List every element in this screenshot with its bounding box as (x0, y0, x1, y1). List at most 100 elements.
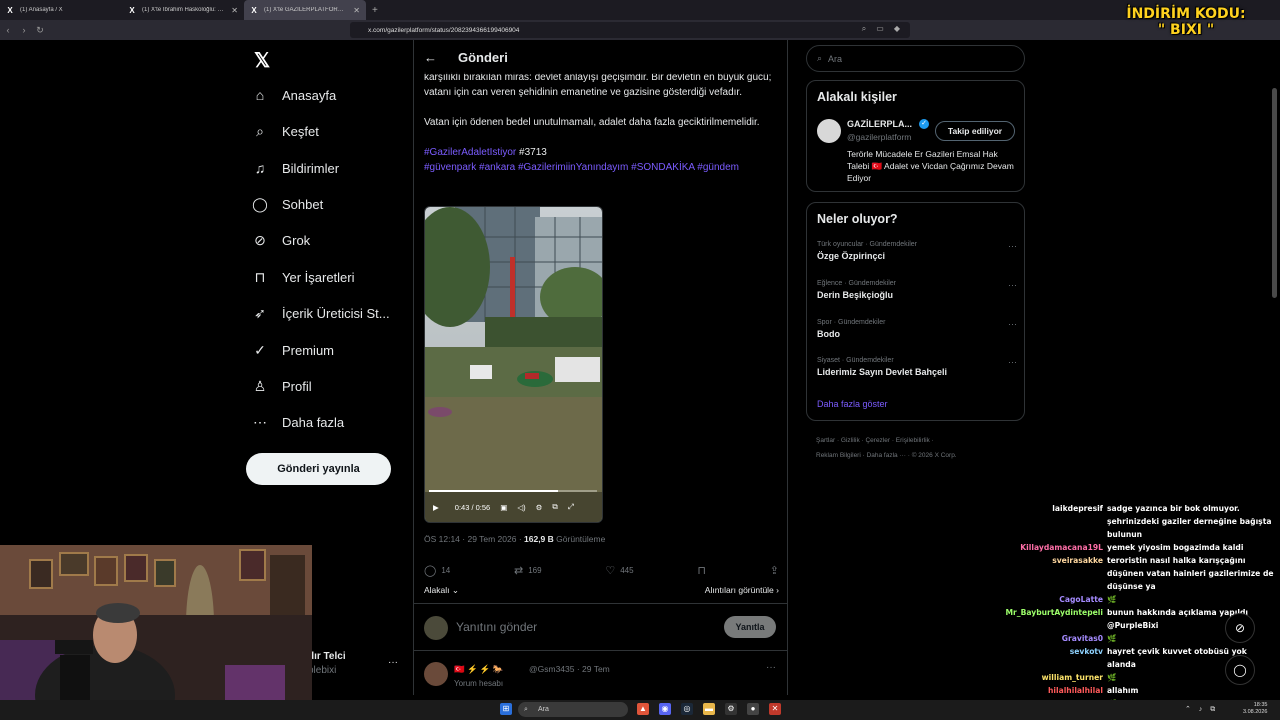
start-icon[interactable]: ⊞ (500, 703, 512, 715)
close-tab-icon[interactable]: ✕ (231, 6, 238, 15)
fullscreen-icon[interactable]: ⤢ (568, 502, 574, 512)
following-button[interactable]: Takip ediliyor (935, 121, 1015, 141)
chat-username[interactable]: laikdepresif (1005, 502, 1107, 541)
tweet-paragraph: Vatan için ödenen bedel unutulmamalı, ad… (424, 117, 760, 128)
messages-float-icon[interactable]: ◯ (1225, 655, 1255, 685)
repost-action[interactable]: ⇄ 169 (514, 564, 542, 577)
brave-icon[interactable]: ▲ (637, 703, 649, 715)
heart-icon: ♡ (605, 565, 616, 577)
bookmark-action[interactable]: ⊓ (697, 564, 706, 577)
captions-icon[interactable]: ▣ (500, 503, 507, 512)
post-button[interactable]: Gönderi yayınla (246, 453, 391, 485)
chat-username[interactable]: sevkotv (1005, 645, 1107, 671)
tweet-video[interactable]: ▶ 0:43 / 0:56 ▣ ◁) ⚙ ⧉ ⤢ (424, 206, 603, 523)
nav-item-bookmarks[interactable]: ⊓ Yer İşaretleri (252, 262, 355, 292)
reply-input[interactable]: Yanıtını gönder (456, 620, 537, 634)
nav-item-grok[interactable]: ⊘ Grok (252, 225, 310, 255)
hashtag-link[interactable]: #GazilerAdaletIstiyor (424, 147, 516, 158)
trends-card: Neler oluyor? Türk oyuncular · Gündemdek… (806, 202, 1025, 421)
trend-item[interactable]: Türk oyuncular · Gündemdekiler Özge Özpi… (817, 241, 1017, 261)
chat-username[interactable]: CagoLatte (1005, 593, 1107, 606)
forward-nav-icon[interactable]: › (16, 25, 32, 35)
more-icon[interactable]: ··· (1008, 319, 1017, 329)
footer-line[interactable]: Şartlar · Gizlilik · Çerezler · Erişileb… (816, 433, 1016, 448)
nav-item-more[interactable]: ⋯ Daha fazla (252, 407, 344, 437)
related-name[interactable]: GAZİLERPLA... (847, 119, 912, 129)
reply-button[interactable]: Yanıtla (724, 616, 776, 638)
folder-icon[interactable]: ▬ (703, 703, 715, 715)
zoom-icon[interactable]: ⌕ (862, 24, 866, 34)
system-tray-icon[interactable]: ⌃ ♪ ⧉ (1185, 705, 1218, 714)
chat-username[interactable]: hilalhilalhilal (1005, 684, 1107, 697)
chat-username[interactable]: Mr_BayburtAydintepeli (1005, 606, 1107, 632)
close-tab-icon[interactable]: ✕ (353, 6, 360, 15)
more-icon[interactable]: ··· (766, 662, 776, 673)
trend-item[interactable]: Eğlence · Gündemdekiler Derin Beşikçioğl… (817, 280, 1017, 300)
nav-item-notifications[interactable]: ♫ Bildirimler (252, 153, 339, 183)
view-quotes-link[interactable]: Alıntıları görüntüle › (705, 585, 779, 596)
volume-icon[interactable]: ◁) (517, 503, 525, 512)
back-nav-icon[interactable]: ‹ (0, 25, 16, 35)
hashtag-link[interactable]: #güvenpark #ankara #GazilerimiinYanınday… (424, 160, 774, 175)
settings-icon[interactable]: ⚙ (536, 503, 543, 512)
discord-icon[interactable]: ◉ (659, 703, 671, 715)
reply-author-name[interactable]: 🇹🇷 ⚡ ⚡ 🐎 (454, 664, 503, 675)
chat-username[interactable]: william_turner (1005, 671, 1107, 684)
nav-item-chat[interactable]: ◯ Sohbet (252, 189, 323, 219)
reply-action[interactable]: ◯ 14 (424, 564, 450, 577)
nav-item-premium[interactable]: ✓ Premium (252, 335, 334, 365)
scrollbar-thumb[interactable] (1272, 88, 1277, 298)
account-more-icon[interactable]: ··· (388, 657, 398, 668)
nav-item-home[interactable]: ⌂ Anasayfa (252, 80, 336, 110)
footer-line[interactable]: Reklam Bilgileri · Daha fazla ··· · © 20… (816, 448, 1016, 463)
new-tab-icon[interactable]: + (372, 5, 378, 16)
steam-icon[interactable]: ◎ (681, 703, 693, 715)
like-action[interactable]: ♡ 445 (605, 564, 633, 577)
show-more-link[interactable]: Daha fazla göster (817, 399, 888, 409)
reply-tweet[interactable]: 🇹🇷 ⚡ ⚡ 🐎 @Gsm3435 · 29 Tem Yorum hesabı … (414, 652, 787, 695)
more-icon[interactable]: ··· (1008, 241, 1017, 251)
back-arrow-icon[interactable]: ← (424, 50, 444, 65)
reload-icon[interactable]: ↻ (32, 25, 48, 36)
nav-item-creator-studio[interactable]: ➶ İçerik Üreticisi St... (252, 298, 390, 328)
grok-float-icon[interactable]: ⊘ (1225, 613, 1255, 643)
video-frame (425, 207, 602, 522)
obs-icon[interactable]: ● (747, 703, 759, 715)
reader-icon[interactable]: ▭ (876, 24, 884, 34)
taskbar-search-label: Ara (538, 706, 549, 713)
trend-item[interactable]: Spor · Gündemdekiler Bodo ··· (817, 319, 1017, 339)
nav-item-explore[interactable]: ⌕ Keşfet (252, 116, 319, 146)
trend-name: Liderimiz Sayın Devlet Bahçeli (817, 367, 948, 377)
account-switcher[interactable]: dır Telci plebixi (308, 651, 346, 676)
chat-username[interactable]: Gravitas0 (1005, 632, 1107, 645)
clock-time: 18:35 (1253, 702, 1268, 708)
play-icon[interactable]: ▶ (433, 503, 439, 512)
browser-tab[interactable]: X (1) Anasayfa / X (0, 0, 122, 20)
avatar[interactable] (817, 119, 841, 143)
x-logo-icon[interactable]: 𝕏 (254, 48, 270, 73)
browser-tab-active[interactable]: X (1) X'te GAZİLERPLATFORM: "Ga ✕ (244, 0, 366, 20)
pip-icon[interactable]: ⧉ (552, 502, 557, 512)
chat-username[interactable]: sveirasakke (1005, 554, 1107, 593)
search-icon: ⌕ (524, 705, 528, 713)
app-icon[interactable]: ✕ (769, 703, 781, 715)
trend-item[interactable]: Siyaset · Gündemdekiler Liderimiz Sayın … (817, 357, 1017, 377)
tweet-timestamp[interactable]: ÖS 12:14 · 29 Tem 2026 · (424, 534, 524, 544)
nav-label: Sohbet (282, 196, 324, 212)
share-action[interactable]: ⇪ (770, 564, 779, 577)
app-icon[interactable]: ⚙ (725, 703, 737, 715)
search-box[interactable]: ⌕ (806, 45, 1025, 72)
related-handle: @gazilerplatform (847, 132, 912, 142)
chat-username[interactable]: Killaydamacana19L (1005, 541, 1107, 554)
browser-tab[interactable]: X (1) X'te İbrahim Haskoloğlu: "Ankara ✕ (122, 0, 244, 20)
more-icon[interactable]: ··· (1008, 280, 1017, 290)
sort-dropdown[interactable]: Alakalı ⌄ (424, 585, 459, 596)
taskbar-search[interactable]: ⌕ Ara (518, 702, 628, 717)
taskbar-clock[interactable]: 18:35 3.08.2026 (1243, 702, 1267, 716)
shield-icon[interactable]: ◆ (894, 24, 900, 34)
address-field[interactable]: x.com/gazilerplatform/status/20823943661… (350, 22, 910, 38)
more-icon[interactable]: ··· (1008, 357, 1017, 367)
search-input[interactable] (828, 53, 1009, 64)
reply-composer: Yanıtını gönder Yanıtla (414, 603, 787, 651)
nav-item-profile[interactable]: ♙ Profil (252, 371, 312, 401)
